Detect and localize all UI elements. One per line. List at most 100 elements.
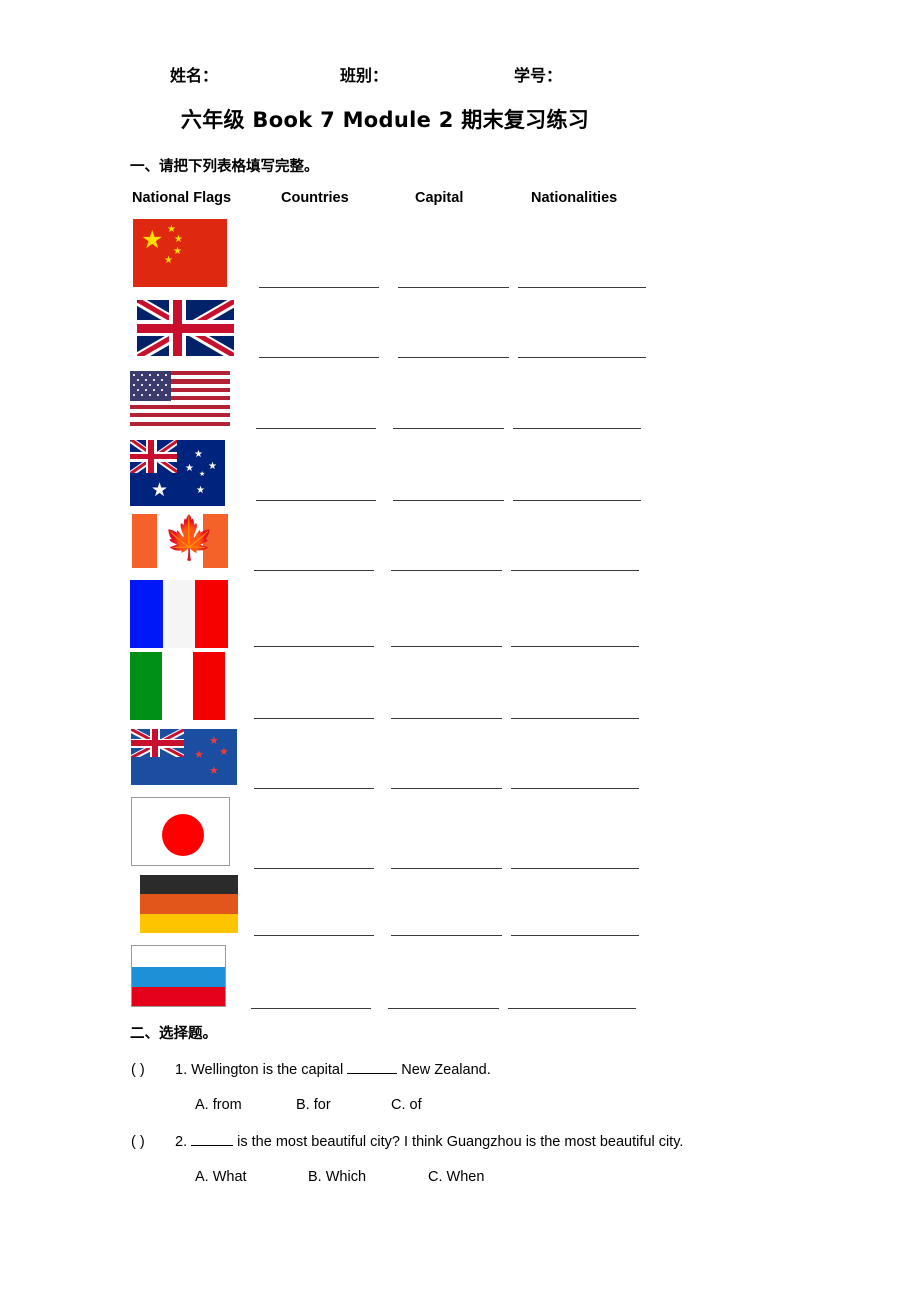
union-jack-canton	[131, 729, 184, 757]
star-icon: ★	[194, 449, 203, 460]
table-row: 🍁	[132, 514, 228, 568]
blank-line-nationality[interactable]	[518, 357, 646, 358]
blank-line-nationality[interactable]	[508, 1008, 636, 1009]
column-header-national-flags: National Flags	[132, 190, 232, 206]
blank-line-capital[interactable]	[391, 718, 502, 719]
table-row	[130, 580, 228, 648]
column-header-nationalities: Nationalities	[531, 190, 618, 206]
field-number-label: 学号：	[514, 66, 563, 85]
blank-line-nationality[interactable]	[511, 868, 639, 869]
answer-bracket-1[interactable]: ( )	[131, 1062, 175, 1078]
blank-line-capital[interactable]	[391, 788, 502, 789]
flag-canada: 🍁	[132, 514, 228, 568]
star-icon: ★	[174, 234, 183, 245]
blank-line-capital[interactable]	[388, 1008, 499, 1009]
flag-russia	[131, 945, 226, 1007]
blank-line-nationality[interactable]	[511, 718, 639, 719]
flag-japan	[131, 797, 230, 866]
flag-new-zealand: ★ ★ ★ ★	[131, 729, 237, 785]
question-1-text-after: New Zealand.	[401, 1062, 491, 1078]
option-2-c[interactable]: C. When	[428, 1169, 484, 1185]
blank-line-country[interactable]	[254, 646, 374, 647]
star-icon: ★	[185, 463, 194, 474]
blank-line-nationality[interactable]	[511, 570, 639, 571]
blank-line-capital[interactable]	[391, 868, 502, 869]
question-1-blank[interactable]	[347, 1060, 398, 1074]
answer-bracket-2[interactable]: ( )	[131, 1134, 175, 1150]
flag-france	[130, 580, 228, 648]
option-2-b[interactable]: B. Which	[308, 1169, 366, 1185]
blank-line-nationality[interactable]	[511, 935, 639, 936]
blank-line-country[interactable]	[256, 500, 376, 501]
blank-line-capital[interactable]	[398, 357, 509, 358]
blank-line-country[interactable]	[254, 935, 374, 936]
star-icon: ★	[141, 225, 164, 254]
blank-line-capital[interactable]	[393, 428, 504, 429]
blank-line-nationality[interactable]	[513, 500, 641, 501]
table-row	[140, 875, 238, 933]
page-title: 六年级 Book 7 Module 2 期末复习练习	[180, 108, 590, 132]
question-1-text-before: Wellington is the capital	[191, 1062, 344, 1078]
table-row	[137, 300, 234, 356]
star-icon: ★	[219, 745, 229, 758]
blank-line-country[interactable]	[259, 357, 379, 358]
table-row	[131, 945, 226, 1007]
star-icon: ★	[199, 470, 206, 478]
question-2-text-after: is the most beautiful city? I think Guan…	[237, 1134, 684, 1150]
star-icon: ★	[209, 764, 219, 777]
flag-germany	[140, 875, 238, 933]
column-header-capital: Capital	[415, 190, 464, 206]
union-jack-canton	[130, 440, 177, 473]
blank-line-capital[interactable]	[391, 570, 502, 571]
table-row	[130, 371, 230, 426]
blank-line-country[interactable]	[254, 788, 374, 789]
section-one-heading: 一、请把下列表格填写完整。	[130, 159, 319, 175]
table-row	[131, 797, 230, 866]
usa-canton	[130, 371, 171, 401]
table-row: ★ ★ ★ ★	[131, 729, 237, 785]
blank-line-country[interactable]	[259, 287, 379, 288]
blank-line-country[interactable]	[256, 428, 376, 429]
blank-line-nationality[interactable]	[511, 788, 639, 789]
table-header-row: National Flags Countries Capital Nationa…	[0, 190, 920, 212]
question-1-number: 1.	[175, 1062, 188, 1078]
star-icon: ★	[173, 246, 182, 257]
blank-line-capital[interactable]	[398, 287, 509, 288]
flag-china: ★ ★ ★ ★ ★	[133, 219, 227, 287]
blank-line-capital[interactable]	[391, 646, 502, 647]
flag-usa	[130, 371, 230, 426]
star-icon: ★	[208, 461, 217, 472]
commonwealth-star-icon: ★	[151, 479, 169, 501]
student-info-row: 姓名： 班别： 学号：	[132, 62, 792, 86]
field-class-label: 班别：	[340, 66, 389, 85]
star-icon: ★	[209, 734, 219, 747]
field-name-label: 姓名：	[170, 66, 219, 85]
option-1-c[interactable]: C. of	[391, 1097, 422, 1113]
blank-line-capital[interactable]	[391, 935, 502, 936]
star-icon: ★	[196, 485, 205, 496]
question-2: ( ) 2. is the most beautiful city? I thin…	[131, 1132, 683, 1150]
table-row: ★ ★ ★ ★ ★ ★	[130, 440, 225, 506]
option-1-a[interactable]: A. from	[195, 1097, 242, 1113]
star-icon: ★	[194, 748, 204, 761]
question-1: ( ) 1. Wellington is the capital New Zeal…	[131, 1060, 491, 1078]
flag-australia: ★ ★ ★ ★ ★ ★	[130, 440, 225, 506]
maple-leaf-icon: 🍁	[163, 514, 216, 562]
question-2-blank[interactable]	[191, 1132, 234, 1146]
blank-line-country[interactable]	[251, 1008, 371, 1009]
option-2-a[interactable]: A. What	[195, 1169, 247, 1185]
flag-united-kingdom	[137, 300, 234, 356]
blank-line-country[interactable]	[254, 718, 374, 719]
blank-line-nationality[interactable]	[511, 646, 639, 647]
question-2-number: 2.	[175, 1134, 188, 1150]
blank-line-nationality[interactable]	[518, 287, 646, 288]
blank-line-nationality[interactable]	[513, 428, 641, 429]
table-row: ★ ★ ★ ★ ★	[133, 219, 227, 287]
blank-line-capital[interactable]	[393, 500, 504, 501]
blank-line-country[interactable]	[254, 868, 374, 869]
section-two-heading: 二、选择题。	[130, 1026, 217, 1042]
option-1-b[interactable]: B. for	[296, 1097, 331, 1113]
rising-sun-disc	[162, 814, 204, 856]
blank-line-country[interactable]	[254, 570, 374, 571]
worksheet-page: 姓名： 班别： 学号： 六年级 Book 7 Module 2 期末复习练习 一…	[0, 0, 920, 1302]
